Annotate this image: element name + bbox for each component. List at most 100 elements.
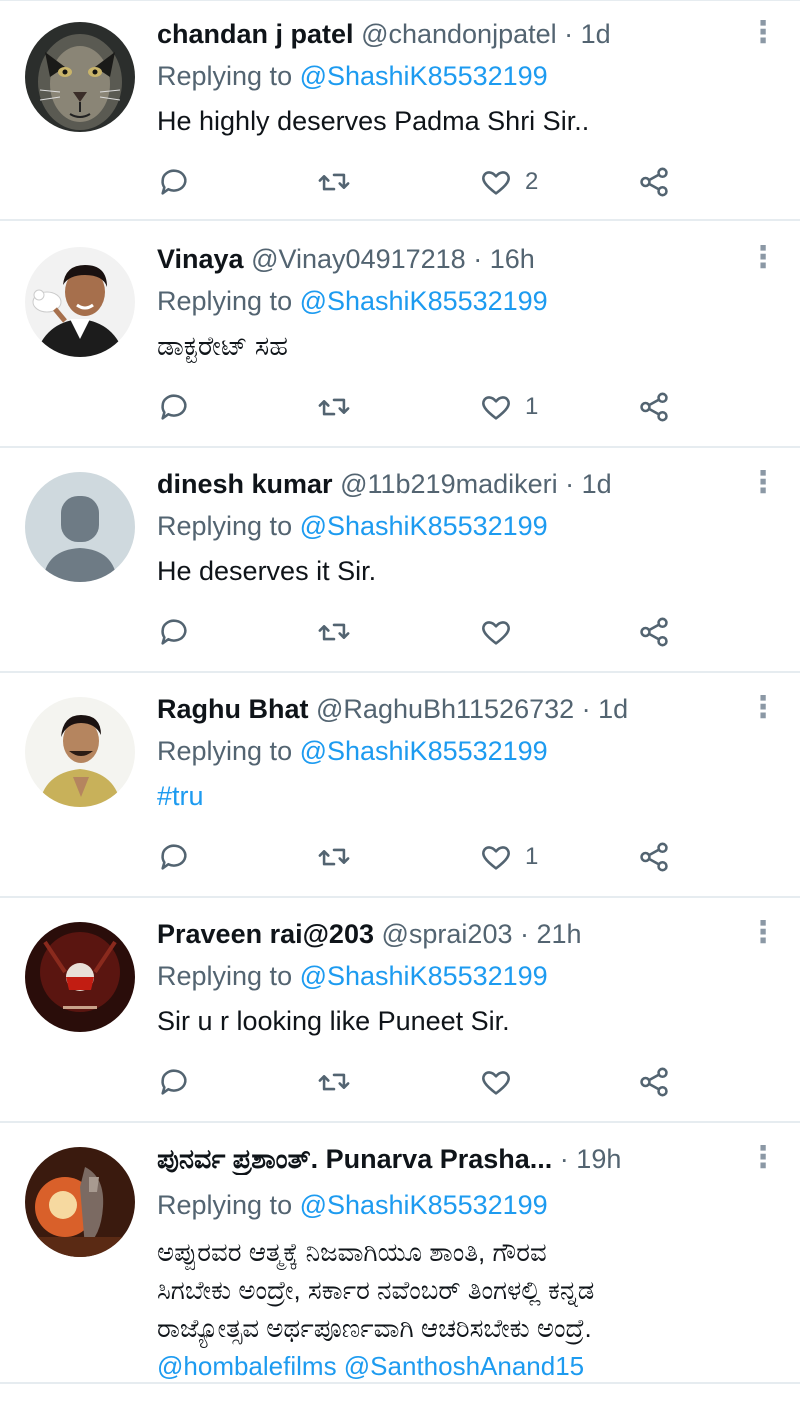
default-person-avatar-icon [25,472,135,582]
man-with-dove-avatar-icon [25,247,135,357]
display-name[interactable]: Praveen rai@203 [157,919,374,949]
tweet-text: Sir u r looking like Puneet Sir. [157,1006,510,1036]
timestamp[interactable]: 1d [582,469,612,499]
more-options-icon[interactable]: ⋮ [748,18,778,50]
separator-dot: · [574,694,599,724]
tweet-header: Vinaya @Vinay04917218 · 16h [157,243,740,275]
like-button[interactable]: 2 [479,162,538,202]
user-handle[interactable]: @RaghuBh11526732 [316,694,574,724]
avatar[interactable] [25,247,135,357]
tweet-item[interactable]: ಪುನರ್ವ ಪ್ರಶಾಂತ್. Punarva Prasha... · 19h… [0,1123,800,1384]
display-name[interactable]: ಪುನರ್ವ ಪ್ರಶಾಂತ್. Punarva Prasha... [157,1144,552,1174]
tweet-header: ಪುನರ್ವ ಪ್ರಶಾಂತ್. Punarva Prasha... · 19h [157,1143,740,1175]
reply-button[interactable] [157,837,191,877]
separator-dot: · [559,1144,577,1174]
hashtag-link[interactable]: #tru [157,781,204,811]
tweet-item[interactable]: Vinaya @Vinay04917218 · 16h ⋮ Replying t… [0,223,800,448]
mention-link[interactable]: @ShashiK85532199 [300,61,548,91]
tweet-item[interactable]: chandan j patel @chandonjpatel · 1d ⋮ Re… [0,0,800,221]
reply-button[interactable] [157,1062,191,1102]
like-count: 2 [525,168,539,195]
tweet-text: He deserves it Sir. [157,556,377,586]
more-options-icon[interactable]: ⋮ [748,918,778,950]
display-name[interactable]: Vinaya [157,244,244,274]
retweet-icon [318,398,350,416]
timestamp[interactable]: 1d [581,19,611,49]
more-options-icon[interactable]: ⋮ [748,693,778,725]
tweet-text-line: ರಾಜ್ಯೋತ್ಸವ ಅರ್ಥಪೂರ್ಣವಾಗಿ ಆಚರಿಸಬೇಕು ಅಂದ್ರ… [157,1313,592,1343]
separator-dot: · [557,469,582,499]
retweet-button[interactable] [317,162,351,202]
mention-link[interactable]: @ShashiK85532199 [300,511,548,541]
action-bar: 1 [157,387,697,427]
like-count: 1 [525,843,539,870]
avatar[interactable] [25,697,135,807]
reply-button[interactable] [157,162,191,202]
mention-link[interactable]: @ShashiK85532199 [300,1190,548,1220]
user-handle[interactable]: @chandonjpatel [361,19,557,49]
replying-to: Replying to @ShashiK85532199 [157,285,548,317]
reply-button[interactable] [157,387,191,427]
retweet-button[interactable] [317,612,351,652]
share-button[interactable] [637,612,671,652]
man-namaste-avatar-icon [25,697,135,807]
retweet-button[interactable] [317,837,351,877]
replying-to-label: Replying to [157,961,300,991]
replying-to: Replying to @ShashiK85532199 [157,510,548,542]
share-icon [640,1067,668,1097]
mention-links-line[interactable]: @hombalefilms @SanthoshAnand15 [157,1347,770,1381]
like-button[interactable] [479,612,525,652]
retweet-button[interactable] [317,1062,351,1102]
like-button[interactable]: 1 [479,387,538,427]
user-handle[interactable]: @Vinay04917218 [251,244,466,274]
user-handle[interactable]: @11b219madikeri [340,469,558,499]
share-icon [640,842,668,872]
share-button[interactable] [637,387,671,427]
share-button[interactable] [637,1062,671,1102]
user-handle[interactable]: @sprai203 [382,919,513,949]
like-icon [482,1071,510,1095]
timestamp[interactable]: 16h [490,244,535,274]
tweet-item[interactable]: dinesh kumar @11b219madikeri · 1d ⋮ Repl… [0,448,800,673]
tiger-avatar-icon [25,22,135,132]
avatar[interactable] [25,922,135,1032]
more-options-icon[interactable]: ⋮ [748,1143,778,1175]
dark-poster-avatar-icon [25,922,135,1032]
avatar[interactable] [25,1147,135,1257]
like-button[interactable] [479,1062,525,1102]
share-button[interactable] [637,837,671,877]
tweet-item[interactable]: Praveen rai@203 @sprai203 · 21h ⋮ Replyi… [0,898,800,1123]
like-button[interactable]: 1 [479,837,538,877]
share-button[interactable] [637,162,671,202]
replying-to-label: Replying to [157,61,300,91]
share-icon [640,167,668,197]
timestamp[interactable]: 21h [536,919,581,949]
like-icon [482,171,510,195]
tweet-header: Praveen rai@203 @sprai203 · 21h [157,918,740,950]
timestamp[interactable]: 1d [598,694,628,724]
reply-feed: chandan j patel @chandonjpatel · 1d ⋮ Re… [0,0,800,1407]
replying-to: Replying to @ShashiK85532199 [157,960,548,992]
timestamp[interactable]: 19h [576,1144,621,1174]
display-name[interactable]: chandan j patel [157,19,354,49]
action-bar: 2 [157,162,697,202]
replying-to-label: Replying to [157,511,300,541]
reply-button[interactable] [157,612,191,652]
avatar[interactable] [25,22,135,132]
display-name[interactable]: dinesh kumar [157,469,333,499]
display-name[interactable]: Raghu Bhat [157,694,309,724]
avatar[interactable] [25,472,135,582]
mention-link[interactable]: @ShashiK85532199 [300,961,548,991]
mention-link[interactable]: @ShashiK85532199 [300,286,548,316]
tweet-item[interactable]: Raghu Bhat @RaghuBh11526732 · 1d ⋮ Reply… [0,673,800,898]
share-icon [640,392,668,422]
retweet-icon [318,623,350,641]
more-options-icon[interactable]: ⋮ [748,243,778,275]
reply-icon [161,169,187,195]
retweet-button[interactable] [317,387,351,427]
replying-to: Replying to @ShashiK85532199 [157,1189,548,1221]
more-options-icon[interactable]: ⋮ [748,468,778,500]
like-icon [482,396,510,420]
mention-link[interactable]: @ShashiK85532199 [300,736,548,766]
like-count: 1 [525,393,539,420]
